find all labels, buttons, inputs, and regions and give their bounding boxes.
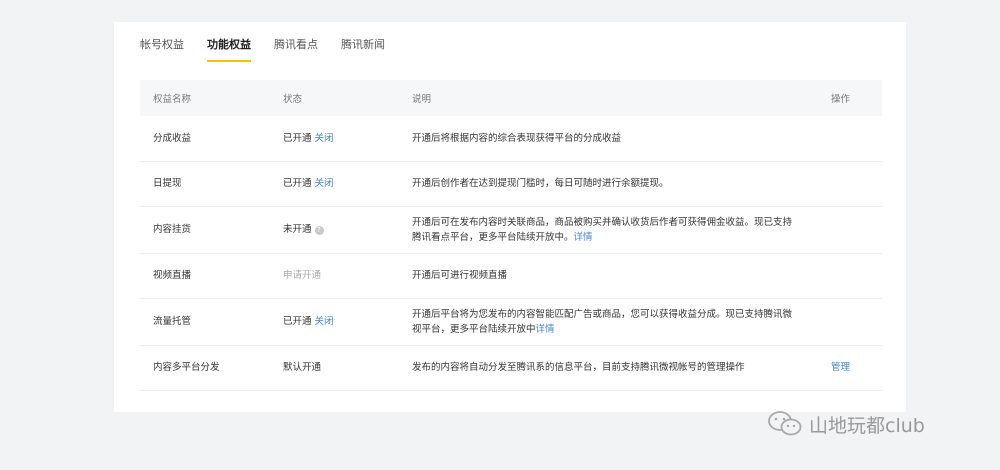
row-status: 默认开通 <box>270 345 399 391</box>
details-link[interactable]: 详情 <box>536 324 555 335</box>
row-name: 流量托管 <box>140 298 270 346</box>
row-desc: 开通后将根据内容的综合表现获得平台的分成收益 <box>399 116 818 162</box>
close-link[interactable]: 关闭 <box>315 133 334 144</box>
manage-link[interactable]: 管理 <box>831 362 850 373</box>
status-text: 未开通 <box>283 224 312 235</box>
benefits-table: 权益名称 状态 说明 操作 分成收益 已开通 关闭 开通后将根据内容的综合表现获… <box>140 80 882 391</box>
status-text: 已开通 <box>283 132 312 144</box>
desc-text: 开通后可在发布内容时关联商品，商品被购买并确认收货后作者可获得佣金收益。现已支持… <box>412 216 793 243</box>
apply-link[interactable]: 申请开通 <box>283 270 321 281</box>
header-status: 状态 <box>270 80 399 116</box>
table-row: 流量托管 已开通 关闭 开通后平台将为您发布的内容智能匹配广告或商品，您可以获得… <box>140 298 882 346</box>
watermark-text: 山地玩都club <box>809 414 925 437</box>
row-name: 日提现 <box>140 161 270 207</box>
row-desc: 发布的内容将自动分发至腾讯系的信息平台，目前支持腾讯微视帐号的管理操作 <box>399 345 818 391</box>
tab-tencent-kandian[interactable]: 腾讯看点 <box>274 38 318 62</box>
row-status: 未开通? <box>270 206 399 254</box>
table-row: 内容挂货 未开通? 开通后可在发布内容时关联商品，商品被购买并确认收货后作者可获… <box>140 206 882 254</box>
row-action <box>818 116 882 162</box>
close-link[interactable]: 关闭 <box>315 178 334 189</box>
row-desc: 开通后可进行视频直播 <box>399 253 818 299</box>
benefits-panel: 帐号权益 功能权益 腾讯看点 腾讯新闻 权益名称 状态 说明 操作 分成收益 已… <box>114 22 906 412</box>
table-header-row: 权益名称 状态 说明 操作 <box>140 80 882 116</box>
row-status: 申请开通 <box>270 253 399 299</box>
row-status: 已开通 关闭 <box>270 298 399 346</box>
row-action: 管理 <box>818 345 882 391</box>
row-desc: 开通后创作者在达到提现门槛时，每日可随时进行余额提现。 <box>399 161 818 207</box>
row-action <box>818 298 882 346</box>
table-row: 视频直播 申请开通 开通后可进行视频直播 <box>140 253 882 299</box>
row-name: 视频直播 <box>140 253 270 299</box>
tab-feature-benefits[interactable]: 功能权益 <box>207 38 251 62</box>
status-text: 已开通 <box>283 316 312 327</box>
row-action <box>818 206 882 254</box>
header-name: 权益名称 <box>140 80 270 116</box>
row-name: 内容挂货 <box>140 206 270 254</box>
table-row: 分成收益 已开通 关闭 开通后将根据内容的综合表现获得平台的分成收益 <box>140 116 882 162</box>
row-name: 分成收益 <box>140 116 270 162</box>
help-icon[interactable]: ? <box>314 226 324 235</box>
tab-bar: 帐号权益 功能权益 腾讯看点 腾讯新闻 <box>140 38 385 62</box>
row-status: 已开通 关闭 <box>270 116 399 162</box>
row-action <box>818 161 882 207</box>
table-row: 内容多平台分发 默认开通 发布的内容将自动分发至腾讯系的信息平台，目前支持腾讯微… <box>140 345 882 391</box>
row-action <box>818 253 882 299</box>
status-text: 已开通 <box>283 178 312 189</box>
status-text: 默认开通 <box>283 362 322 373</box>
row-name: 内容多平台分发 <box>140 345 270 391</box>
wechat-icon <box>768 411 802 436</box>
close-link[interactable]: 关闭 <box>315 316 334 327</box>
header-desc: 说明 <box>399 80 818 116</box>
tab-tencent-news[interactable]: 腾讯新闻 <box>341 38 385 62</box>
row-desc: 开通后可在发布内容时关联商品，商品被购买并确认收货后作者可获得佣金收益。现已支持… <box>399 206 818 254</box>
header-action: 操作 <box>818 80 882 116</box>
tab-account-benefits[interactable]: 帐号权益 <box>140 38 184 62</box>
details-link[interactable]: 详情 <box>574 232 593 243</box>
desc-text: 开通后平台将为您发布的内容智能匹配广告或商品，您可以获得收益分成。现已支持腾讯微… <box>412 308 793 335</box>
row-status: 已开通 关闭 <box>270 161 399 207</box>
watermark: 山地玩都club <box>767 410 925 438</box>
table-row: 日提现 已开通 关闭 开通后创作者在达到提现门槛时，每日可随时进行余额提现。 <box>140 161 882 207</box>
row-desc: 开通后平台将为您发布的内容智能匹配广告或商品，您可以获得收益分成。现已支持腾讯微… <box>399 298 818 346</box>
